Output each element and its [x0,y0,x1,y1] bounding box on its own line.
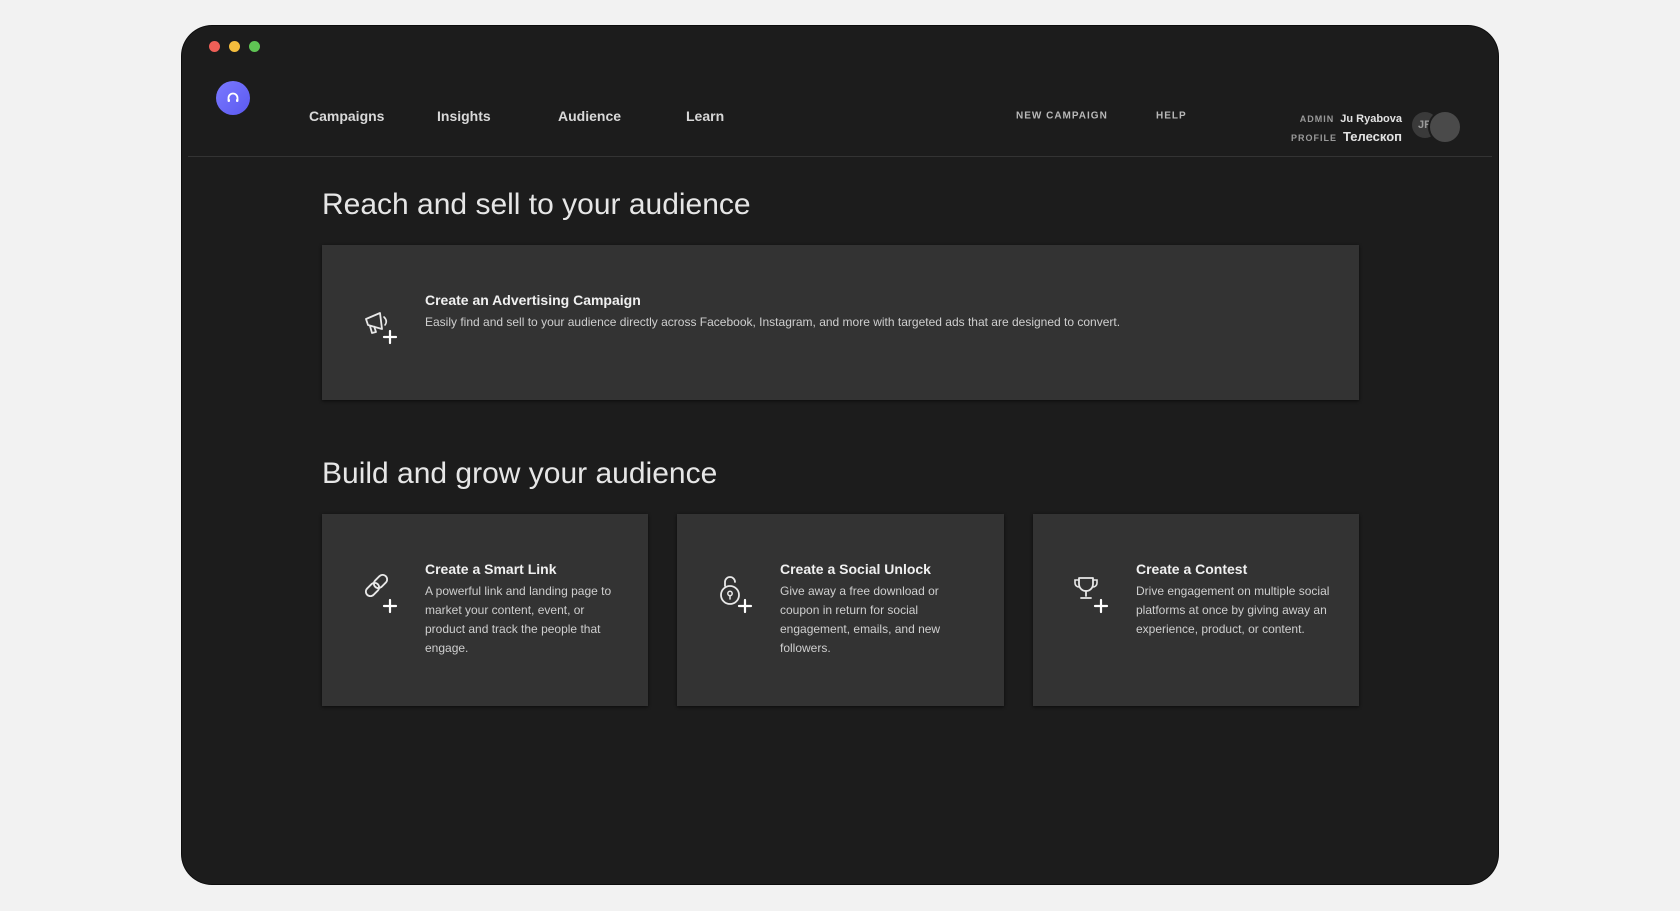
card-description: Easily find and sell to your audience di… [425,315,1121,329]
logo-button[interactable] [216,81,250,115]
build-section-title: Build and grow your audience [322,457,718,490]
nav-audience[interactable]: Audience [558,108,621,124]
profile-name: Телескоп [1342,129,1402,144]
link-plus-icon [362,574,398,616]
nav-learn[interactable]: Learn [686,108,724,124]
avatar-stack[interactable]: JR [1412,110,1462,144]
smart-link-card[interactable]: Create a Smart Link A powerful link and … [322,514,648,706]
headphones-icon [225,90,241,106]
contest-card[interactable]: Create a Contest Drive engagement on mul… [1033,514,1359,706]
card-title: Create an Advertising Campaign [425,292,641,308]
app-window: Campaigns Insights Audience Learn NEW CA… [182,26,1498,884]
profile-avatar [1428,110,1462,144]
megaphone-plus-icon [362,305,398,347]
card-description: Give away a free download or coupon in r… [780,584,941,655]
trophy-plus-icon [1073,574,1109,616]
reach-section-title: Reach and sell to your audience [322,188,751,221]
admin-name: Ju Ryabova [1340,113,1402,125]
advertising-campaign-card[interactable]: Create an Advertising Campaign Easily fi… [322,245,1359,400]
card-title: Create a Social Unlock [780,561,931,577]
nav-insights[interactable]: Insights [437,108,491,124]
top-navbar: Campaigns Insights Audience Learn NEW CA… [188,66,1492,157]
card-title: Create a Smart Link [425,561,557,577]
profile-label: PROFILE [1290,133,1337,143]
window-controls [209,41,260,52]
new-campaign-link[interactable]: NEW CAMPAIGN [1016,111,1108,122]
help-link[interactable]: HELP [1156,111,1187,122]
zoom-window-button[interactable] [249,41,260,52]
unlock-plus-icon [717,574,753,616]
card-title: Create a Contest [1136,561,1248,577]
close-window-button[interactable] [209,41,220,52]
admin-label: ADMIN [1299,114,1335,124]
profile-switcher[interactable]: ADMIN Ju Ryabova PROFILE Телескоп [1291,110,1402,147]
card-description: Drive engagement on multiple social plat… [1136,584,1330,636]
nav-campaigns[interactable]: Campaigns [309,108,384,124]
card-description: A powerful link and landing page to mark… [425,584,612,655]
minimize-window-button[interactable] [229,41,240,52]
social-unlock-card[interactable]: Create a Social Unlock Give away a free … [677,514,1004,706]
